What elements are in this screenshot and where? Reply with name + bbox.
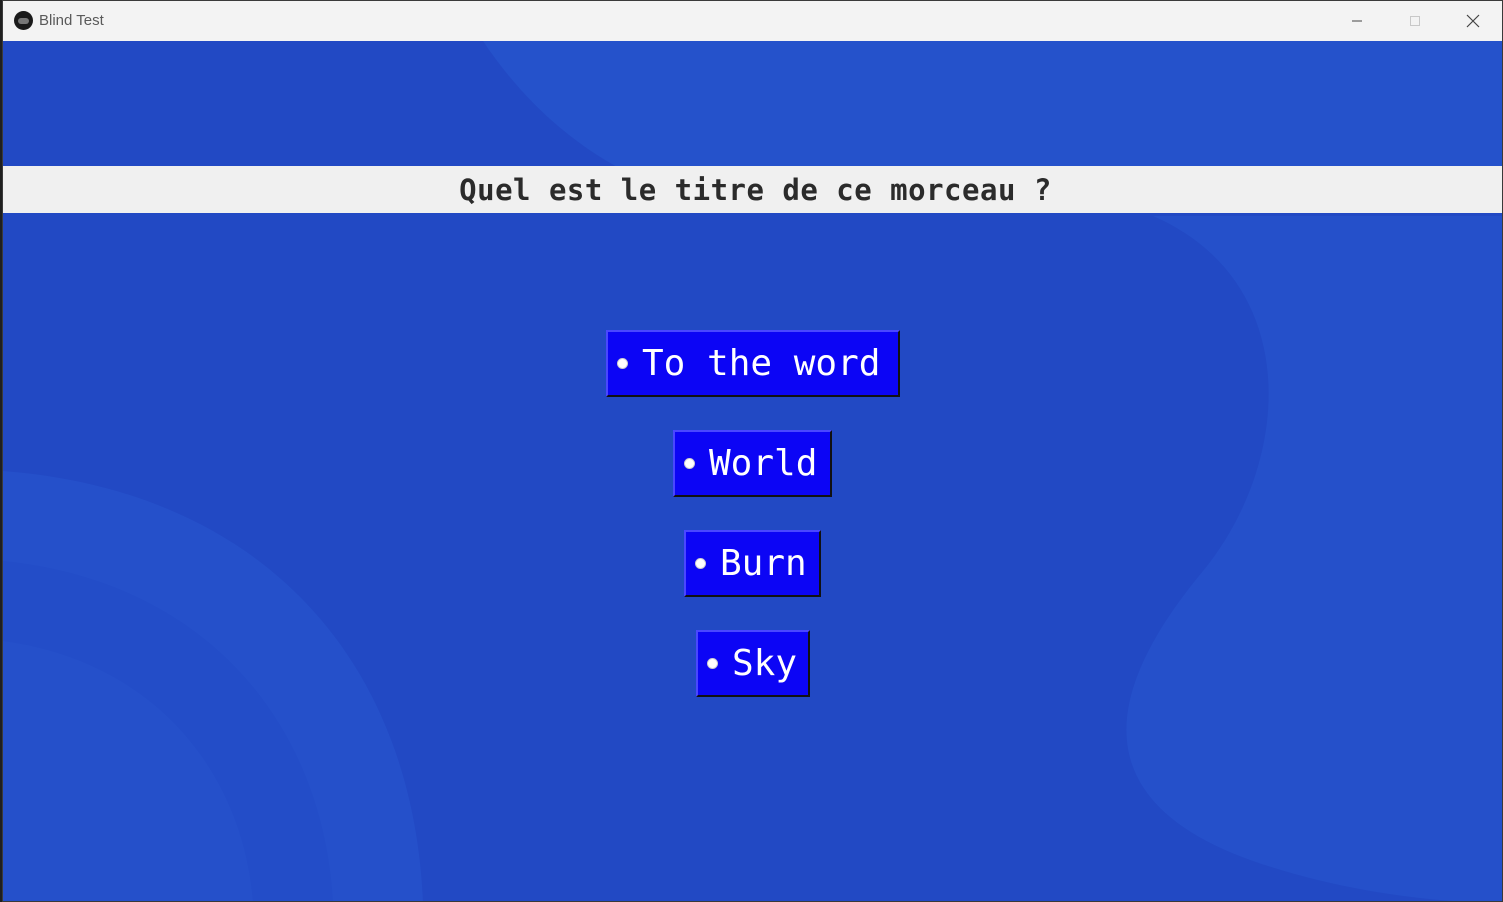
answer-option-2[interactable]: World [673, 430, 832, 497]
maximize-icon [1410, 16, 1420, 26]
answer-option-1[interactable]: To the word [606, 330, 900, 397]
app-window: Blind Test Quel est le titre de ce morce… [2, 0, 1503, 902]
question-bar: Quel est le titre de ce morceau ? [3, 166, 1502, 213]
minimize-icon [1352, 20, 1362, 22]
answer-label: To the word [642, 343, 881, 384]
radio-bullet-icon [707, 658, 718, 669]
radio-bullet-icon [617, 358, 628, 369]
radio-bullet-icon [684, 458, 695, 469]
maximize-button[interactable] [1386, 1, 1444, 41]
question-text: Quel est le titre de ce morceau ? [459, 172, 1052, 207]
answer-option-3[interactable]: Burn [684, 530, 821, 597]
answer-label: World [709, 443, 818, 484]
minimize-button[interactable] [1328, 1, 1386, 41]
answer-label: Sky [732, 643, 798, 684]
close-button[interactable] [1444, 1, 1502, 41]
answer-option-4[interactable]: Sky [696, 630, 810, 697]
close-icon [1466, 14, 1480, 28]
window-title: Blind Test [39, 12, 104, 29]
answer-label: Burn [720, 543, 807, 584]
radio-bullet-icon [695, 558, 706, 569]
title-bar[interactable]: Blind Test [3, 1, 1502, 41]
app-icon [14, 11, 33, 30]
